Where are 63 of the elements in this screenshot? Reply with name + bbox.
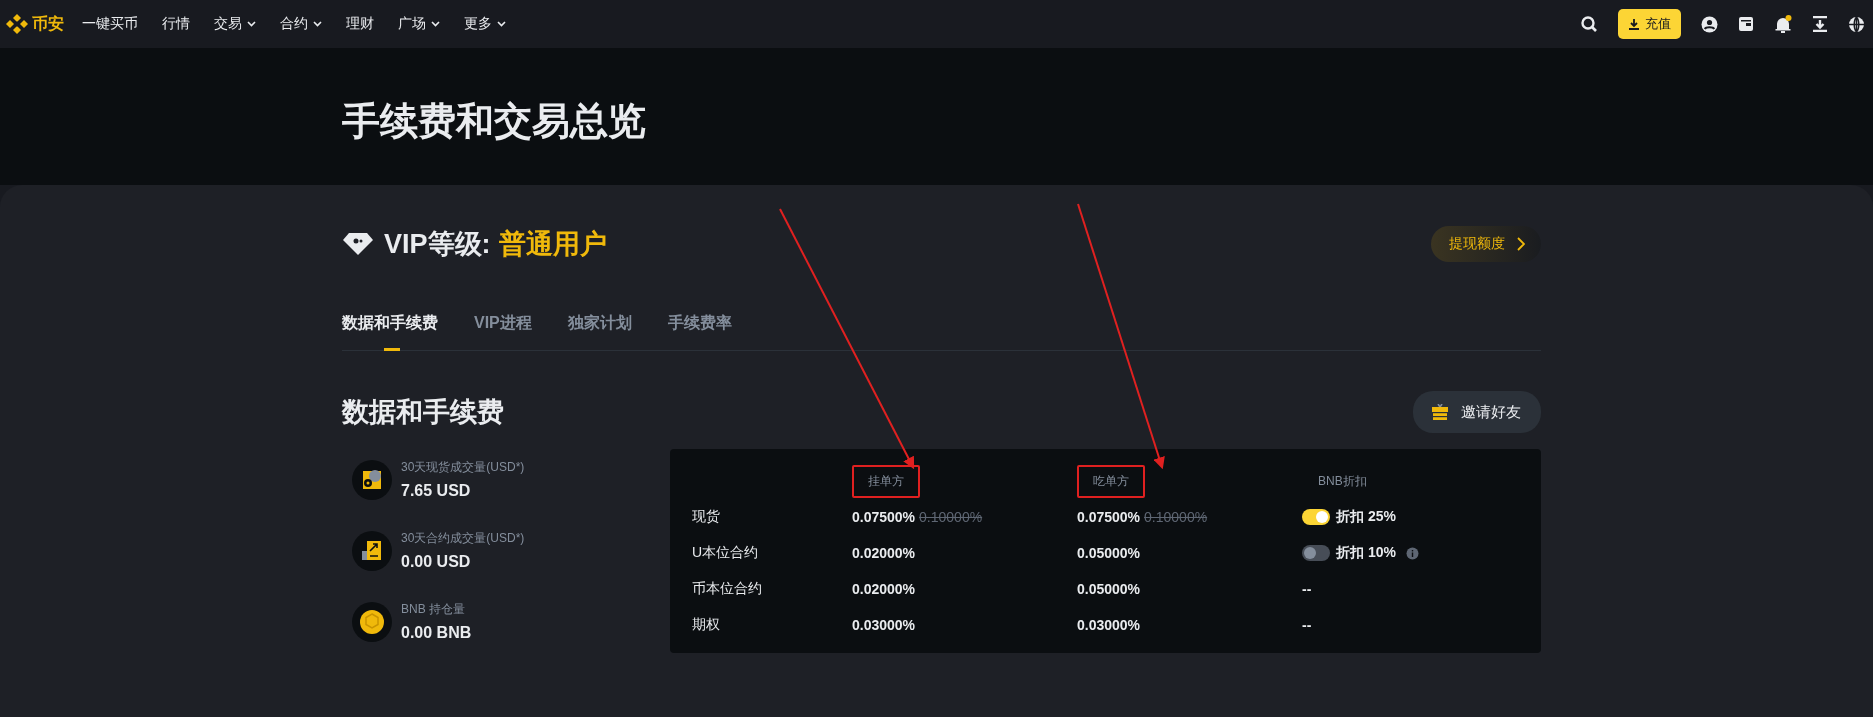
discount-label: 折扣 10% <box>1336 544 1396 562</box>
stat-label: 30天合约成交量(USD*) <box>401 530 525 547</box>
chevron-right-icon <box>1517 237 1525 251</box>
wallet-icon[interactable] <box>1738 16 1754 32</box>
highlighted-column-header: 吃单方 <box>1077 464 1145 498</box>
nav-link[interactable]: 交易 <box>214 11 256 37</box>
fee-rate: 0.07500% <box>1077 509 1141 525</box>
bell-icon[interactable] <box>1774 14 1792 34</box>
discount-value: -- <box>1302 581 1312 597</box>
fee-rate: 0.03000% <box>1077 617 1141 633</box>
user-icon[interactable] <box>1701 15 1718 33</box>
discount-toggle[interactable] <box>1302 545 1330 561</box>
section-title: 数据和手续费 <box>342 396 504 429</box>
tab[interactable]: 手续费率 <box>667 313 732 350</box>
nav-link[interactable]: 更多 <box>464 11 506 37</box>
stat-value: 0.00 USD <box>401 553 472 571</box>
brand-name[interactable]: 币安 <box>32 13 64 35</box>
info-icon[interactable] <box>1405 546 1419 560</box>
discount-toggle[interactable] <box>1302 509 1330 525</box>
row-label: U本位合约 <box>692 544 760 562</box>
fee-rate: 0.02000% <box>852 545 916 561</box>
chart-up-icon <box>352 530 392 571</box>
invite-friends-button[interactable]: 邀请好友 <box>1413 391 1541 433</box>
discount-label: 折扣 25% <box>1336 508 1396 526</box>
gift-icon <box>1431 404 1449 420</box>
nav-link[interactable]: 一键买币 <box>82 11 138 37</box>
fee-rate: 0.05000% <box>1077 545 1141 561</box>
nav-link[interactable]: 合约 <box>280 11 322 37</box>
tab[interactable]: VIP进程 <box>474 313 532 350</box>
download-icon[interactable] <box>1812 16 1828 32</box>
stat-label: BNB 持仓量 <box>401 601 466 618</box>
nav-link[interactable]: 广场 <box>398 11 440 37</box>
tab[interactable]: 数据和手续费 <box>342 313 438 350</box>
coin-icon <box>352 459 392 500</box>
withdraw-limit-button[interactable]: 提现额度 <box>1431 226 1541 262</box>
search-icon[interactable] <box>1580 15 1598 33</box>
row-label: 期权 <box>692 616 721 634</box>
bnb-coin-icon <box>352 601 392 642</box>
fee-rate: 0.07500% <box>852 509 916 525</box>
logo-icon[interactable] <box>6 13 28 35</box>
fee-rate: 0.05000% <box>1077 581 1141 597</box>
highlighted-column-header: 挂单方 <box>852 464 920 498</box>
stat-label: 30天现货成交量(USD*) <box>401 459 525 476</box>
nav-link[interactable]: 行情 <box>162 11 190 37</box>
fee-rate: 0.02000% <box>852 581 916 597</box>
row-label: 现货 <box>692 508 721 526</box>
vip-label: VIP等级: <box>384 228 491 261</box>
stat-value: 7.65 USD <box>401 482 472 500</box>
row-label: 币本位合约 <box>692 580 763 598</box>
deposit-button[interactable]: 充值 <box>1618 9 1681 39</box>
diamond-icon <box>342 231 374 257</box>
discount-value: -- <box>1302 617 1312 633</box>
original-fee-rate: 0.10000% <box>1144 509 1208 525</box>
globe-icon[interactable] <box>1848 15 1865 33</box>
tab[interactable]: 独家计划 <box>567 313 632 350</box>
stat-value: 0.00 BNB <box>401 624 472 642</box>
vip-level: 普通用户 <box>498 228 607 261</box>
column-header: BNB折扣 <box>1317 472 1368 490</box>
nav-link[interactable]: 理财 <box>346 11 374 37</box>
fee-rate: 0.03000% <box>852 617 916 633</box>
original-fee-rate: 0.10000% <box>919 509 983 525</box>
download-icon <box>1628 18 1640 30</box>
page-title: 手续费和交易总览 <box>342 99 647 144</box>
